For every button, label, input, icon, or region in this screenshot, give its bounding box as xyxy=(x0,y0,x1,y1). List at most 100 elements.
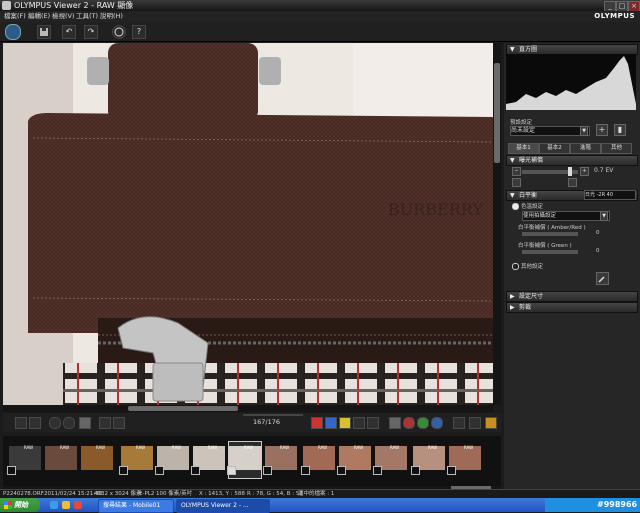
settings-icon[interactable] xyxy=(469,417,481,429)
vertical-scrollbar[interactable] xyxy=(493,43,501,405)
exposure-slider-handle[interactable] xyxy=(568,167,572,176)
chevron-down-icon[interactable]: ▼ xyxy=(600,211,608,221)
label-yellow-icon[interactable] xyxy=(339,417,351,429)
compare-icon[interactable] xyxy=(353,417,365,429)
wb-amber-slider[interactable] xyxy=(522,232,578,236)
thumbnail-checkbox[interactable] xyxy=(337,466,346,475)
warning-icon[interactable] xyxy=(485,417,497,429)
zoom-in-icon[interactable] xyxy=(49,417,61,429)
thumbnail-checkbox[interactable] xyxy=(411,466,420,475)
thumbnail[interactable]: RAW xyxy=(373,442,407,478)
info-icon[interactable] xyxy=(112,25,126,39)
thumbnail-checkbox[interactable] xyxy=(373,466,382,475)
thumbnail-checkbox[interactable] xyxy=(119,466,128,475)
eyedropper-icon[interactable] xyxy=(596,272,609,285)
windows-taskbar: 開始 搜尋結果 - Mobile01 OLYMPUS Viewer 2 - ..… xyxy=(0,498,640,513)
app-icon xyxy=(2,1,11,10)
label-blue-icon[interactable] xyxy=(325,417,337,429)
zoom-out-icon[interactable] xyxy=(63,417,75,429)
thumbnail-selected[interactable]: RAW xyxy=(227,441,262,479)
thumbnail[interactable]: RAW xyxy=(337,442,371,478)
scroll-thumb[interactable] xyxy=(494,63,500,163)
size-header[interactable]: ▶ 設定尺寸 xyxy=(506,291,638,302)
export-icon[interactable] xyxy=(113,417,125,429)
thumbnail[interactable]: RAW xyxy=(301,442,335,478)
menu-bar: 檔案(F) 編輯(E) 檢視(V) 工具(T) 說明(H) OLYMPUS xyxy=(0,11,640,22)
exposure-auto-icon[interactable] xyxy=(568,178,577,187)
delete-preset-icon[interactable]: ▮ xyxy=(614,124,626,136)
menu-edit[interactable]: 編輯(E) xyxy=(28,11,50,22)
menu-view[interactable]: 檢視(V) xyxy=(52,11,75,22)
thumbnail[interactable]: RAW xyxy=(191,442,225,478)
exposure-minus-button[interactable]: − xyxy=(512,167,521,176)
image-preview[interactable]: BURBERRY xyxy=(3,43,493,405)
rotate-icon[interactable] xyxy=(99,417,111,429)
thumbnail-checkbox[interactable] xyxy=(191,466,200,475)
thumbnail-checkbox[interactable] xyxy=(155,466,164,475)
olympus-logo: OLYMPUS xyxy=(594,12,635,20)
wb-green-slider[interactable] xyxy=(522,250,578,254)
thumbnail[interactable]: RAW xyxy=(263,442,297,478)
grid-icon[interactable] xyxy=(367,417,379,429)
thumbnail-checkbox-checked[interactable] xyxy=(227,466,236,475)
crop-header[interactable]: ▶ 剪裁 xyxy=(506,302,638,313)
shadow-icon[interactable] xyxy=(417,417,429,429)
collapse-icon: ▼ xyxy=(510,192,515,199)
thumbnail-checkbox[interactable] xyxy=(447,466,456,475)
thumbnail[interactable]: RAW xyxy=(45,442,77,478)
wb-amber-value: 0 xyxy=(596,230,600,236)
zoom-slider[interactable] xyxy=(243,414,303,416)
horizontal-scrollbar[interactable] xyxy=(3,405,493,412)
wb-color-temp-radio[interactable] xyxy=(512,203,519,210)
thumbnail-checkbox[interactable] xyxy=(263,466,272,475)
wb-custom-radio[interactable] xyxy=(512,263,519,270)
thumbnail[interactable]: RAW xyxy=(411,442,445,478)
magnify-icon[interactable] xyxy=(389,417,401,429)
tab-basic-1[interactable]: 基本1 xyxy=(508,143,539,154)
add-preset-button[interactable]: + xyxy=(596,124,608,136)
windows-logo-icon xyxy=(4,501,12,509)
taskbar-item-olympus-viewer[interactable]: OLYMPUS Viewer 2 - ... xyxy=(176,499,270,513)
thumbnail[interactable]: RAW xyxy=(7,442,41,478)
chevron-down-icon[interactable]: ▼ xyxy=(580,126,588,136)
folder-icon[interactable] xyxy=(62,501,70,509)
tab-advanced[interactable]: 進階 xyxy=(570,143,601,154)
wb-amber-label: 白平衡補償 ( Amber/Red ) xyxy=(518,225,586,231)
redo-icon[interactable]: ↷ xyxy=(84,25,98,39)
wb-mode-select[interactable]: 使用拍攝設定 xyxy=(522,211,610,221)
start-button[interactable]: 開始 xyxy=(0,498,40,512)
help-icon[interactable]: ? xyxy=(132,25,146,39)
label-red-icon[interactable] xyxy=(311,417,323,429)
save-icon[interactable] xyxy=(37,25,51,39)
tab-basic-2[interactable]: 基本2 xyxy=(539,143,570,154)
menu-help[interactable]: 說明(H) xyxy=(100,11,123,22)
exposure-header[interactable]: ▼ 曝光補償 xyxy=(506,155,638,166)
thumbnail[interactable]: RAW xyxy=(155,442,189,478)
tab-other[interactable]: 其他 xyxy=(601,143,632,154)
thumbnail[interactable]: RAW xyxy=(81,442,113,478)
exposure-plus-button[interactable]: + xyxy=(580,167,589,176)
info-panel-icon[interactable] xyxy=(453,417,465,429)
thumbnail[interactable]: RAW xyxy=(119,442,153,478)
monitor-icon[interactable] xyxy=(29,417,41,429)
highlight-icon[interactable] xyxy=(403,417,415,429)
adjustment-panel: ▼ 直方圖 預設設定 尚未設定 ▼ + ▮ 基本1 基本2 進階 其他 ▼ 曝光… xyxy=(504,43,640,489)
thumbnail-checkbox[interactable] xyxy=(7,466,16,475)
scroll-thumb[interactable] xyxy=(128,406,238,411)
thumbnail[interactable]: RAW xyxy=(447,442,481,478)
ie-icon[interactable] xyxy=(50,501,58,509)
focus-icon[interactable] xyxy=(431,417,443,429)
thumbnail-checkbox[interactable] xyxy=(301,466,310,475)
print-icon[interactable] xyxy=(15,417,27,429)
title-bar: OLYMPUS Viewer 2 - RAW 顯像 _ □ × xyxy=(0,0,640,12)
taskbar-item-browser[interactable]: 搜尋結果 - Mobile01 xyxy=(98,499,174,513)
menu-tools[interactable]: 工具(T) xyxy=(76,11,98,22)
media-icon[interactable] xyxy=(74,501,82,509)
fit-icon[interactable] xyxy=(79,417,91,429)
view-controls-bar: 167/176 xyxy=(3,413,501,432)
home-icon[interactable] xyxy=(5,24,21,40)
menu-file[interactable]: 檔案(F) xyxy=(4,11,26,22)
preset-select[interactable]: 尚未設定 xyxy=(510,126,590,136)
undo-icon[interactable]: ↶ xyxy=(62,25,76,39)
exposure-reset-icon[interactable] xyxy=(512,178,521,187)
